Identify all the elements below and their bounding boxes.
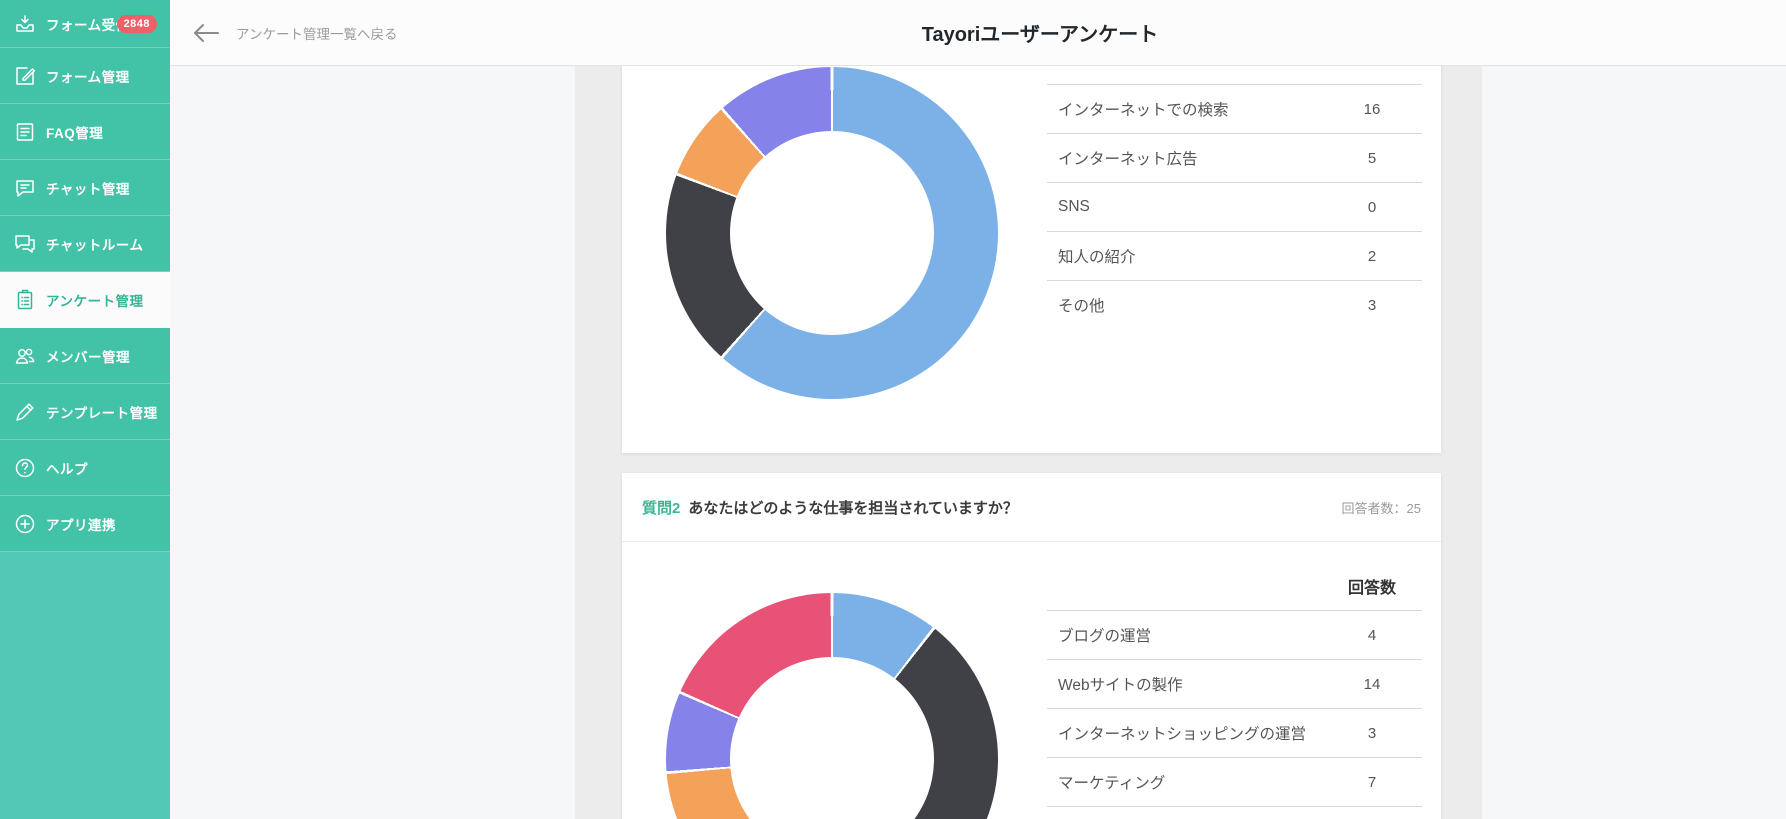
answer-row: インターネットショッピングの運営3 bbox=[1047, 708, 1422, 757]
unread-count-badge: 2848 bbox=[117, 15, 157, 33]
answer-label: インターネットでの検索 bbox=[1047, 98, 1322, 120]
sidebar-menu: フォーム受信箱2848 フォーム管理 FAQ管理チャット管理チャットルームアンケート… bbox=[0, 0, 170, 552]
answer-row: SNS0 bbox=[1047, 182, 1422, 231]
question-text: あなたはどのような仕事を担当されていますか？ bbox=[688, 497, 1341, 518]
main-content: インターネットでの検索16インターネット広告5SNS0知人の紹介2その他3 質問… bbox=[170, 65, 1786, 819]
top-header: アンケート管理一覧へ戻る Tayoriユーザーアンケート bbox=[170, 0, 1786, 66]
answer-label: インターネットショッピングの運営 bbox=[1047, 722, 1322, 744]
back-arrow-icon bbox=[192, 22, 220, 44]
sidebar-item-4[interactable]: チャット管理 bbox=[0, 160, 170, 216]
answer-count: 4 bbox=[1322, 627, 1422, 644]
question-2-answers-table: 回答数ブログの運営4Webサイトの製作14インターネットショッピングの運営3マー… bbox=[1047, 562, 1422, 819]
app-link-icon bbox=[12, 511, 38, 537]
question-number-badge: 質問2 bbox=[642, 497, 680, 518]
sidebar-item-label: ヘルプ bbox=[46, 458, 88, 478]
sidebar-item-10[interactable]: アプリ連携 bbox=[0, 496, 170, 552]
answer-label: SNS bbox=[1047, 198, 1322, 216]
sidebar-item-label: メンバー管理 bbox=[46, 346, 130, 366]
question-2-header: 質問2 あなたはどのような仕事を担当されていますか？ 回答者数：25 bbox=[622, 473, 1441, 542]
sidebar-item-label: アプリ連携 bbox=[46, 514, 116, 534]
form-edit-icon bbox=[12, 63, 38, 89]
sidebar-item-label: アンケート管理 bbox=[46, 290, 143, 310]
answer-count: 5 bbox=[1322, 150, 1422, 167]
page-title: Tayoriユーザーアンケート bbox=[922, 0, 1159, 65]
answer-row: Webサイトの製作14 bbox=[1047, 659, 1422, 708]
template-icon bbox=[12, 399, 38, 425]
answer-label: 知人の紹介 bbox=[1047, 245, 1322, 267]
question-2-donut-chart bbox=[666, 593, 998, 819]
answer-row: 知人の紹介2 bbox=[1047, 231, 1422, 280]
answer-label: マーケティング bbox=[1047, 771, 1322, 793]
sidebar-item-label: チャットルーム bbox=[46, 234, 143, 254]
answer-label: ブログの運営 bbox=[1047, 624, 1322, 646]
sidebar-item-label: FAQ管理 bbox=[46, 122, 103, 142]
donut-hole bbox=[730, 657, 934, 819]
inbox-icon bbox=[12, 11, 38, 37]
donut-hole bbox=[730, 131, 934, 335]
survey-icon bbox=[12, 287, 38, 313]
answer-count: 14 bbox=[1322, 676, 1422, 693]
answer-row: マーケティング7 bbox=[1047, 757, 1422, 806]
sidebar-item-5[interactable]: チャットルーム bbox=[0, 216, 170, 272]
sidebar: フォーム受信箱2848 フォーム管理 FAQ管理チャット管理チャットルームアンケート… bbox=[0, 0, 170, 819]
sidebar-item-7[interactable]: メンバー管理 bbox=[0, 328, 170, 384]
respondent-count: 回答者数：25 bbox=[1342, 498, 1421, 517]
answer-count: 16 bbox=[1322, 101, 1422, 118]
sidebar-item-8[interactable]: テンプレート管理 bbox=[0, 384, 170, 440]
sidebar-item-label: チャット管理 bbox=[46, 178, 130, 198]
question-2-card: 質問2 あなたはどのような仕事を担当されていますか？ 回答者数：25 回答数ブロ… bbox=[622, 473, 1441, 819]
answer-count: 3 bbox=[1322, 297, 1422, 314]
answer-row: ブログの運営4 bbox=[1047, 610, 1422, 659]
answer-row: インターネットでの検索16 bbox=[1047, 84, 1422, 133]
back-link-label: アンケート管理一覧へ戻る bbox=[236, 23, 397, 43]
sidebar-item-6[interactable]: アンケート管理 bbox=[0, 272, 170, 328]
question-1-answers-table: インターネットでの検索16インターネット広告5SNS0知人の紹介2その他3 bbox=[1047, 65, 1422, 329]
answer-row: その他3 bbox=[1047, 280, 1422, 329]
answer-label: インターネット広告 bbox=[1047, 147, 1322, 169]
sidebar-item-1[interactable]: フォーム受信箱2848 bbox=[0, 0, 170, 48]
question-1-card: インターネットでの検索16インターネット広告5SNS0知人の紹介2その他3 bbox=[622, 65, 1441, 453]
results-column: インターネットでの検索16インターネット広告5SNS0知人の紹介2その他3 質問… bbox=[575, 65, 1482, 819]
answer-label: Webサイトの製作 bbox=[1047, 673, 1322, 695]
back-link[interactable]: アンケート管理一覧へ戻る bbox=[192, 0, 397, 65]
answers-count-header: 回答数 bbox=[1322, 574, 1422, 598]
question-1-donut-chart bbox=[666, 67, 998, 399]
chat-room-icon bbox=[12, 231, 38, 257]
sidebar-item-9[interactable]: ヘルプ bbox=[0, 440, 170, 496]
sidebar-item-3[interactable]: FAQ管理 bbox=[0, 104, 170, 160]
answer-row: インターネット広告5 bbox=[1047, 133, 1422, 182]
members-icon bbox=[12, 343, 38, 369]
faq-icon bbox=[12, 119, 38, 145]
chat-icon bbox=[12, 175, 38, 201]
answer-count: 2 bbox=[1322, 248, 1422, 265]
sidebar-item-2[interactable]: フォーム管理 bbox=[0, 48, 170, 104]
answer-count: 0 bbox=[1322, 199, 1422, 216]
answer-count: 3 bbox=[1322, 725, 1422, 742]
answer-label: その他 bbox=[1047, 294, 1322, 316]
answer-count: 7 bbox=[1322, 774, 1422, 791]
sidebar-item-label: フォーム管理 bbox=[46, 66, 130, 86]
answer-row bbox=[1047, 806, 1422, 819]
help-icon bbox=[12, 455, 38, 481]
sidebar-item-label: テンプレート管理 bbox=[46, 402, 158, 422]
